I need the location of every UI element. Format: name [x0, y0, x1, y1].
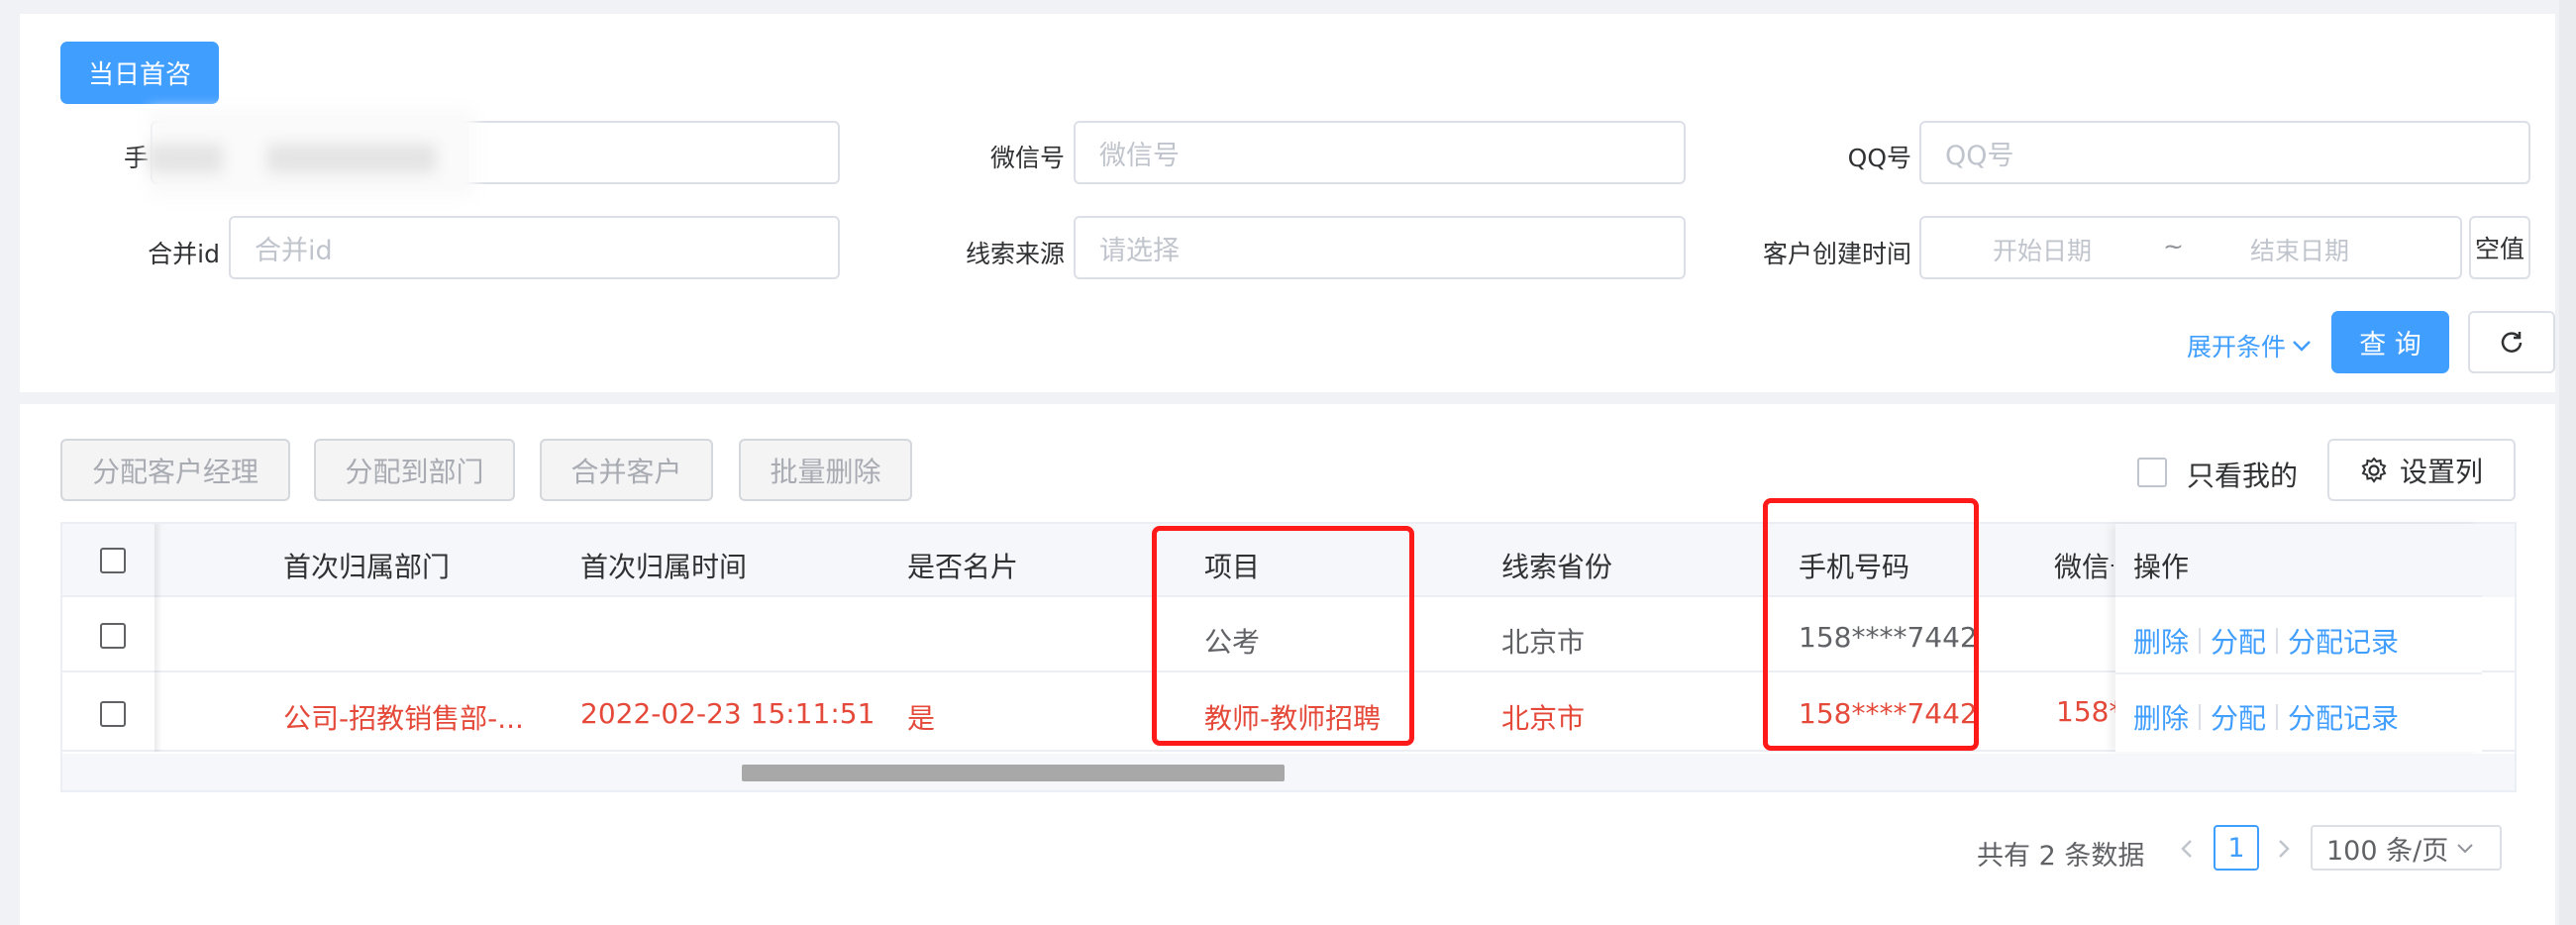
merge-id-label: 合并id [148, 240, 220, 268]
chevron-down-icon [2457, 844, 2473, 854]
start-date-placeholder[interactable]: 开始日期 [1993, 232, 2092, 267]
expand-conditions-label: 展开条件 [2187, 333, 2287, 361]
only-mine-label[interactable]: 只看我的 [2187, 455, 2298, 494]
qq-label: QQ号 [1847, 144, 1911, 172]
empty-value-button[interactable]: 空值 [2469, 216, 2530, 279]
assign-link[interactable]: 分配 [2211, 697, 2266, 737]
phone-column-highlight [1763, 498, 1979, 751]
gear-icon [2361, 456, 2387, 483]
assign-history-link[interactable]: 分配记录 [2288, 697, 2399, 737]
prev-page-icon[interactable] [2177, 838, 2197, 860]
cell-is-card: 是 [907, 702, 936, 735]
project-column-highlight [1152, 526, 1414, 746]
right-edge [2559, 0, 2576, 925]
merge-id-placeholder: 合并id [255, 235, 333, 266]
cell-first-dept: 公司-招教销售部-... [283, 702, 524, 735]
pagination-total: 共有 2 条数据 [1977, 841, 2145, 872]
batch-delete-button[interactable]: 批量删除 [739, 439, 912, 501]
today-first-consult-button[interactable]: 当日首咨 [60, 42, 219, 104]
header-is-card: 是否名片 [907, 551, 1019, 583]
select-all-checkbox[interactable] [100, 548, 126, 573]
header-first-time: 首次归属时间 [580, 551, 748, 583]
lead-source-placeholder: 请选择 [1099, 235, 1180, 266]
row-actions: 删除 分配 分配记录 [2133, 621, 2399, 661]
wechat-placeholder: 微信号 [1099, 140, 1180, 171]
lead-source-label: 线索来源 [965, 240, 1065, 268]
range-separator: ~ [2163, 232, 2184, 260]
action-divider [2276, 628, 2279, 654]
row-actions: 删除 分配 分配记录 [2133, 697, 2399, 737]
header-actions: 操作 [2133, 551, 2190, 583]
chevron-down-icon [2293, 341, 2311, 352]
header-wechat: 微信号 [2054, 546, 2113, 585]
query-button[interactable]: 查 询 [2331, 311, 2449, 373]
blurred-phone-value-a [149, 144, 223, 173]
cell-first-time: 2022-02-23 15:11:51 [580, 697, 876, 730]
refresh-button[interactable] [2468, 311, 2555, 373]
blurred-phone-value-b [267, 144, 436, 173]
set-columns-label: 设置列 [2399, 455, 2483, 488]
cell-province: 北京市 [1501, 626, 1586, 659]
merge-customer-button[interactable]: 合并客户 [540, 439, 713, 501]
actions-row-divider [2115, 672, 2482, 674]
header-wechat-text: 微信号 [2054, 551, 2113, 583]
horizontal-scrollbar-thumb[interactable] [742, 765, 1285, 781]
qq-placeholder: QQ号 [1945, 140, 2014, 171]
horizontal-scrollbar-track[interactable] [62, 754, 2515, 790]
delete-link[interactable]: 删除 [2133, 697, 2189, 737]
phone-label: 手 [123, 144, 149, 172]
action-divider [2199, 628, 2202, 654]
page-size-value: 100 条/页 [2326, 835, 2449, 867]
assign-history-link[interactable]: 分配记录 [2288, 621, 2399, 661]
filter-panel [20, 14, 2555, 392]
next-page-icon[interactable] [2274, 838, 2294, 860]
scroll-gutter [2482, 524, 2515, 597]
cell-province: 北京市 [1501, 702, 1586, 735]
expand-conditions-link[interactable]: 展开条件 [2187, 328, 2312, 363]
end-date-placeholder[interactable]: 结束日期 [2250, 232, 2349, 267]
merge-id-input[interactable]: 合并id [229, 216, 840, 279]
header-first-dept: 首次归属部门 [283, 551, 451, 583]
row-checkbox[interactable] [100, 623, 126, 649]
action-divider [2199, 704, 2202, 730]
page-number-current[interactable]: 1 [2214, 825, 2259, 871]
assign-department-button[interactable]: 分配到部门 [314, 439, 515, 501]
only-mine-checkbox[interactable] [2137, 458, 2167, 487]
wechat-label: 微信号 [989, 144, 1065, 172]
row-checkbox[interactable] [100, 701, 126, 727]
header-province: 线索省份 [1501, 551, 1613, 583]
delete-link[interactable]: 删除 [2133, 621, 2189, 661]
action-divider [2276, 704, 2279, 730]
page-size-select[interactable]: 100 条/页 [2311, 825, 2502, 871]
date-range-picker[interactable]: 开始日期 ~ 结束日期 [1919, 216, 2462, 279]
set-columns-button[interactable]: 设置列 [2327, 439, 2516, 501]
created-time-label: 客户创建时间 [1762, 240, 1911, 268]
cell-wechat: 158* [2056, 695, 2115, 728]
assign-manager-button[interactable]: 分配客户经理 [60, 439, 290, 501]
refresh-icon [2501, 331, 2523, 353]
lead-source-select[interactable]: 请选择 [1074, 216, 1686, 279]
fixed-checkbox-column-shadow [155, 524, 162, 752]
assign-link[interactable]: 分配 [2211, 621, 2266, 661]
wechat-input[interactable]: 微信号 [1074, 121, 1686, 184]
qq-input[interactable]: QQ号 [1919, 121, 2530, 184]
